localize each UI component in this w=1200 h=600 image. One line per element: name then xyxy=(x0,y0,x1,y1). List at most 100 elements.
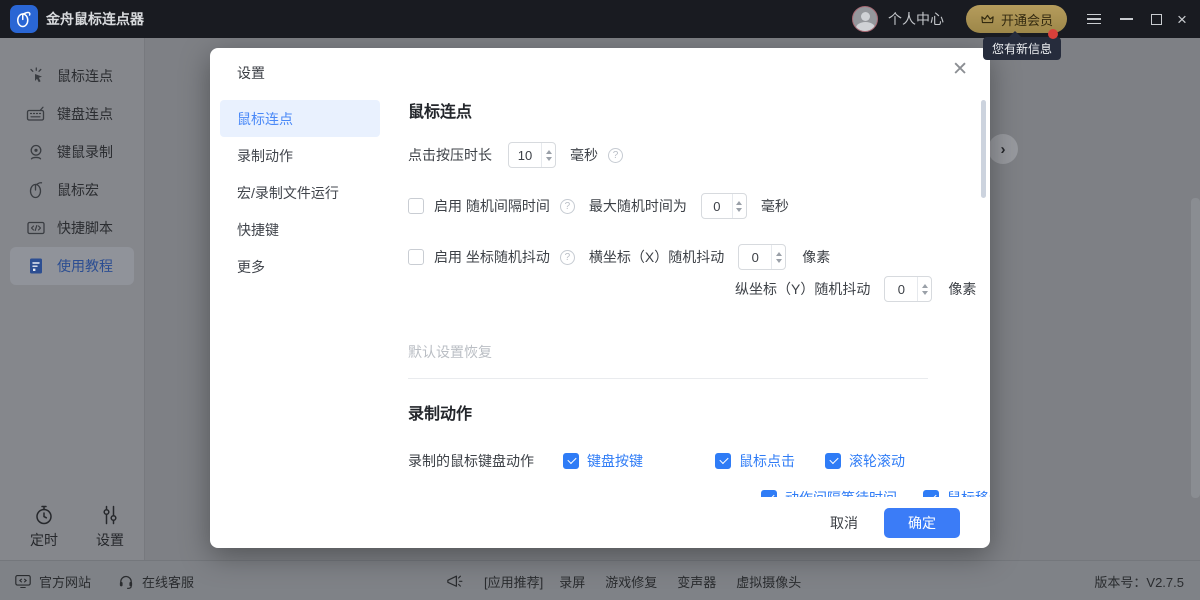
spinner-buttons[interactable] xyxy=(771,245,785,269)
press-duration-label: 点击按压时长 xyxy=(408,145,492,165)
modal-scrollbar-thumb[interactable] xyxy=(981,100,986,198)
modal-body: 鼠标连点 录制动作 宏/录制文件运行 快捷键 更多 鼠标连点 点击按压时长 10… xyxy=(210,86,990,497)
spin-down-icon[interactable] xyxy=(776,259,782,263)
sidebar-item-script[interactable]: 快捷脚本 xyxy=(0,209,144,247)
modal-close-icon[interactable]: ✕ xyxy=(952,60,968,79)
chevron-right-icon: › xyxy=(1001,141,1006,158)
settings-button[interactable]: 设置 xyxy=(88,503,132,550)
online-support-link[interactable]: 在线客服 xyxy=(117,572,194,591)
interval-wait-checkbox[interactable] xyxy=(761,490,777,497)
help-icon[interactable]: ? xyxy=(560,250,575,265)
unit-px: 像素 xyxy=(948,279,976,299)
avatar-icon xyxy=(861,12,870,21)
jitter-x-input[interactable]: 0 xyxy=(738,244,786,270)
modal-nav-mouse-click[interactable]: 鼠标连点 xyxy=(220,100,380,137)
press-duration-input[interactable]: 10 xyxy=(508,142,556,168)
spin-up-icon[interactable] xyxy=(736,201,742,205)
settings-label: 设置 xyxy=(96,530,124,550)
press-duration-value[interactable]: 10 xyxy=(509,143,541,167)
spin-up-icon[interactable] xyxy=(776,252,782,256)
modal-nav-record-actions[interactable]: 录制动作 xyxy=(220,137,380,174)
modal-nav-hotkeys[interactable]: 快捷键 xyxy=(220,211,380,248)
section-heading-record: 录制动作 xyxy=(408,400,472,424)
jitter-checkbox[interactable] xyxy=(408,249,424,265)
spin-up-icon[interactable] xyxy=(922,284,928,288)
mouse-move-checkbox[interactable] xyxy=(923,490,939,497)
timer-button[interactable]: 定时 xyxy=(22,503,66,550)
script-icon xyxy=(26,218,46,238)
footer-bar: 官方网站 在线客服 [应用推荐] 录屏 游戏修复 变声器 虚拟摄像头 版本号：V… xyxy=(0,560,1200,600)
spin-down-icon[interactable] xyxy=(546,157,552,161)
official-site-link[interactable]: 官方网站 xyxy=(14,572,91,591)
modal-footer: 取消 确定 xyxy=(210,497,990,548)
restore-defaults-link[interactable]: 默认设置恢复 xyxy=(408,342,492,362)
mouse-move-label: 鼠标移动 xyxy=(947,488,990,497)
promo-link-voice-changer[interactable]: 变声器 xyxy=(677,572,716,591)
modal-content: 鼠标连点 点击按压时长 10 毫秒 ? 启用 随机间隔时间 ? 最大随 xyxy=(408,86,938,497)
jitter-x-label: 横坐标（X）随机抖动 xyxy=(589,247,724,267)
menu-button[interactable] xyxy=(1080,0,1108,38)
keyboard-keys-checkbox[interactable] xyxy=(563,453,579,469)
sidebar-item-tutorial[interactable]: 使用教程 xyxy=(10,247,134,285)
carousel-next-button[interactable]: › xyxy=(988,134,1018,164)
spin-down-icon[interactable] xyxy=(736,208,742,212)
record-icon xyxy=(26,142,46,162)
avatar[interactable] xyxy=(852,6,878,32)
max-random-input[interactable]: 0 xyxy=(701,193,747,219)
random-interval-checkbox[interactable] xyxy=(408,198,424,214)
cancel-button[interactable]: 取消 xyxy=(830,513,858,533)
spin-down-icon[interactable] xyxy=(922,291,928,295)
modal-nav: 鼠标连点 录制动作 宏/录制文件运行 快捷键 更多 xyxy=(210,100,390,285)
new-message-tooltip: 您有新信息 xyxy=(983,37,1061,60)
version-label: 版本号：V2.7.5 xyxy=(1094,572,1184,591)
keyboard-keys-label: 键盘按键 xyxy=(587,451,643,471)
close-button[interactable]: × xyxy=(1168,0,1196,38)
minimize-button[interactable] xyxy=(1112,0,1140,38)
max-random-value[interactable]: 0 xyxy=(702,194,732,218)
window-scrollbar[interactable] xyxy=(1191,198,1200,498)
promo-link-screen-record[interactable]: 录屏 xyxy=(559,572,585,591)
sidebar-item-label: 鼠标宏 xyxy=(57,180,99,200)
sidebar-item-mouse-macro[interactable]: 鼠标宏 xyxy=(0,171,144,209)
record-options-row-2: 动作间隔等待时间 鼠标移动 xyxy=(761,485,990,497)
spinner-buttons[interactable] xyxy=(917,277,931,301)
sidebar-item-record[interactable]: 键鼠录制 xyxy=(0,133,144,171)
spinner-buttons[interactable] xyxy=(732,194,746,218)
timer-icon xyxy=(32,503,56,527)
help-icon[interactable]: ? xyxy=(560,199,575,214)
jitter-y-value[interactable]: 0 xyxy=(885,277,917,301)
maximize-icon xyxy=(1151,14,1162,25)
vip-button-label: 开通会员 xyxy=(1001,10,1053,29)
jitter-y-input[interactable]: 0 xyxy=(884,276,932,302)
jitter-y-row: 纵坐标（Y）随机抖动 0 像素 xyxy=(735,276,976,302)
jitter-x-value[interactable]: 0 xyxy=(739,245,771,269)
mouse-click-icon xyxy=(26,66,46,86)
mouse-macro-icon xyxy=(26,180,46,200)
jitter-row: 启用 坐标随机抖动 ? 横坐标（X）随机抖动 0 像素 xyxy=(408,244,830,270)
help-icon[interactable]: ? xyxy=(608,148,623,163)
spin-up-icon[interactable] xyxy=(546,150,552,154)
wheel-scroll-checkbox[interactable] xyxy=(825,453,841,469)
settings-modal: 设置 ✕ 鼠标连点 录制动作 宏/录制文件运行 快捷键 更多 鼠标连点 点击按压… xyxy=(210,48,990,548)
record-options-row: 录制的鼠标键盘动作 键盘按键 鼠标点击 滚轮滚动 xyxy=(408,448,905,474)
sidebar-item-label: 快捷脚本 xyxy=(57,218,113,238)
minimize-icon xyxy=(1120,18,1133,20)
jitter-label: 启用 坐标随机抖动 xyxy=(434,247,550,267)
tutorial-icon xyxy=(26,256,46,276)
record-row-label: 录制的鼠标键盘动作 xyxy=(408,451,534,471)
app-logo-mouse-icon xyxy=(14,9,34,29)
promo-link-game-fix[interactable]: 游戏修复 xyxy=(605,572,657,591)
hamburger-icon xyxy=(1087,14,1101,24)
confirm-button[interactable]: 确定 xyxy=(884,508,960,538)
spinner-buttons[interactable] xyxy=(541,143,555,167)
maximize-button[interactable] xyxy=(1142,0,1170,38)
user-center-link[interactable]: 个人中心 xyxy=(888,0,944,38)
promo-link-virtual-camera[interactable]: 虚拟摄像头 xyxy=(736,572,801,591)
modal-nav-macro-file-run[interactable]: 宏/录制文件运行 xyxy=(220,174,380,211)
sidebar-item-mouse-click[interactable]: 鼠标连点 xyxy=(0,57,144,95)
unit-ms: 毫秒 xyxy=(761,196,789,216)
press-duration-row: 点击按压时长 10 毫秒 ? xyxy=(408,142,623,168)
mouse-click-checkbox[interactable] xyxy=(715,453,731,469)
modal-nav-more[interactable]: 更多 xyxy=(220,248,380,285)
sidebar-item-keyboard-click[interactable]: 键盘连点 xyxy=(0,95,144,133)
